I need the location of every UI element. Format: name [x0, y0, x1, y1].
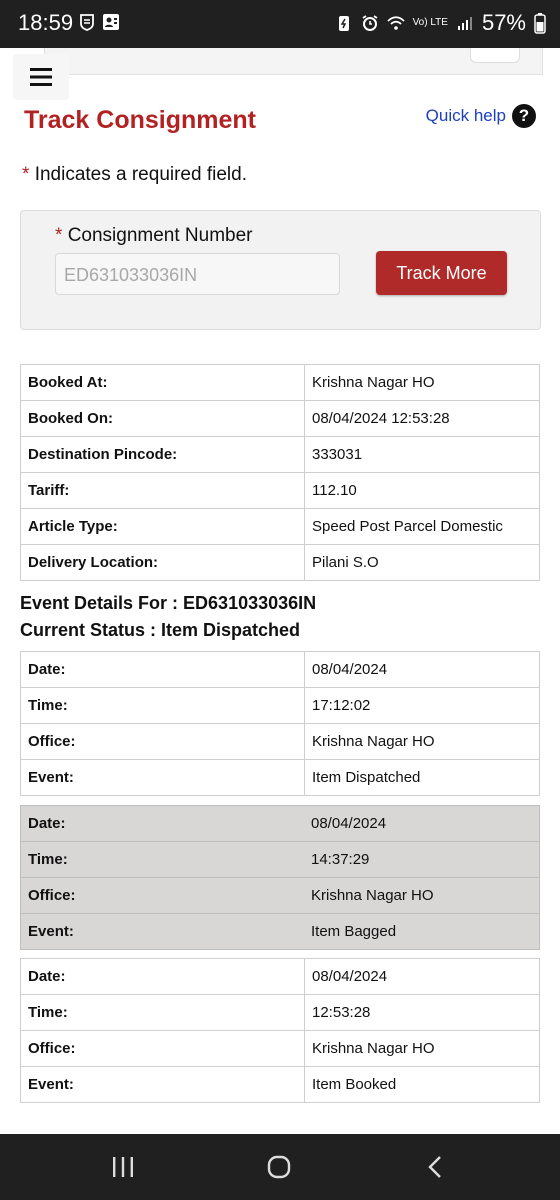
destination-pincode-value: 333031: [304, 436, 540, 473]
office-value: Krishna Nagar HO: [304, 1030, 540, 1067]
time-value: 17:12:02: [304, 687, 540, 724]
booked-at-label: Booked At:: [20, 364, 305, 401]
event-label: Event:: [20, 759, 305, 796]
quick-help-label[interactable]: Quick help: [426, 106, 506, 126]
required-star: *: [55, 225, 63, 246]
table-row: Destination Pincode: 333031: [20, 436, 540, 473]
event-details-heading: Event Details For : ED631033036IN: [20, 593, 317, 613]
time-value: 14:37:29: [304, 841, 540, 878]
destination-pincode-label: Destination Pincode:: [20, 436, 305, 473]
office-value: Krishna Nagar HO: [304, 723, 540, 760]
table-row: Time: 14:37:29: [20, 841, 540, 878]
consignment-label: * Consignment Number: [55, 225, 253, 247]
system-icons: Vo) LTE 57%: [335, 10, 546, 36]
event-label: Event:: [20, 913, 304, 950]
help-icon[interactable]: ?: [512, 104, 536, 128]
required-note-text: Indicates a required field.: [34, 164, 247, 185]
table-row: Event: Item Booked: [20, 1066, 540, 1103]
time-value: 12:53:28: [304, 994, 540, 1031]
page-content: Track Consignment Quick help ? * Indicat…: [0, 48, 560, 1134]
shield-icon: [80, 14, 94, 31]
home-icon[interactable]: [264, 1154, 294, 1180]
required-star: *: [22, 164, 30, 185]
volte-label: Vo) LTE: [412, 17, 448, 28]
date-value: 08/04/2024: [304, 958, 540, 995]
event-label: Event:: [20, 1066, 305, 1103]
top-strip-box: [470, 48, 520, 63]
current-status-heading: Current Status : Item Dispatched: [20, 620, 301, 640]
table-row: Article Type: Speed Post Parcel Domestic: [20, 508, 540, 545]
table-row: Office: Krishna Nagar HO: [20, 723, 540, 760]
battery-icon: [534, 13, 546, 34]
office-label: Office:: [20, 1030, 305, 1067]
consignment-label-text: Consignment Number: [67, 225, 253, 246]
date-label: Date:: [20, 958, 305, 995]
delivery-location-label: Delivery Location:: [20, 544, 305, 581]
booking-details-table: Booked At: Krishna Nagar HO Booked On: 08/…: [20, 364, 540, 581]
article-type-label: Article Type:: [20, 508, 305, 545]
booked-on-value: 08/04/2024 12:53:28: [304, 400, 540, 437]
table-row: Time: 12:53:28: [20, 994, 540, 1031]
event-value: Item Booked: [304, 1066, 540, 1103]
table-row: Office: Krishna Nagar HO: [20, 877, 540, 914]
time-label: Time:: [20, 841, 304, 878]
clock: 18:59: [18, 10, 74, 35]
table-row: Delivery Location: Pilani S.O: [20, 544, 540, 581]
table-row: Event: Item Bagged: [20, 913, 540, 950]
consignment-number-input[interactable]: ED631033036IN: [55, 253, 340, 295]
tariff-value: 112.10: [304, 472, 540, 509]
date-label: Date:: [20, 651, 305, 688]
table-row: Date: 08/04/2024: [20, 958, 540, 995]
table-row: Date: 08/04/2024: [20, 805, 540, 842]
booked-on-label: Booked On:: [20, 400, 305, 437]
table-row: Booked At: Krishna Nagar HO: [20, 364, 540, 401]
table-row: Event: Item Dispatched: [20, 759, 540, 796]
battery-saver-icon: [338, 16, 349, 31]
time-label: Time:: [20, 994, 305, 1031]
notification-icons: [78, 13, 120, 31]
track-more-button[interactable]: Track More: [376, 251, 507, 295]
booked-at-value: Krishna Nagar HO: [304, 364, 540, 401]
navigation-bar: [0, 1134, 560, 1200]
consignment-form: * Consignment Number ED631033036IN Track…: [20, 210, 541, 330]
date-label: Date:: [20, 805, 304, 842]
office-label: Office:: [20, 723, 305, 760]
office-label: Office:: [20, 877, 304, 914]
tariff-label: Tariff:: [20, 472, 305, 509]
wifi-icon: [386, 16, 405, 30]
date-value: 08/04/2024: [304, 805, 540, 842]
status-bar: 18:59 Vo) LTE 57%: [0, 0, 560, 48]
back-icon[interactable]: [421, 1154, 451, 1180]
recent-apps-icon[interactable]: [108, 1154, 138, 1180]
office-value: Krishna Nagar HO: [304, 877, 540, 914]
battery-percent: 57%: [481, 10, 526, 35]
hamburger-icon: [30, 68, 52, 86]
page-title: Track Consignment: [24, 106, 256, 134]
event-table-2: Date: 08/04/2024 Time: 14:37:29 Office: Kri…: [20, 805, 540, 950]
table-row: Tariff: 112.10: [20, 472, 540, 509]
article-type-value: Speed Post Parcel Domestic: [304, 508, 540, 545]
event-value: Item Bagged: [304, 913, 540, 950]
required-note: * Indicates a required field.: [22, 164, 247, 186]
event-value: Item Dispatched: [304, 759, 540, 796]
menu-button[interactable]: [13, 54, 69, 100]
date-value: 08/04/2024: [304, 651, 540, 688]
signal-icon: [457, 17, 472, 30]
delivery-location-value: Pilani S.O: [304, 544, 540, 581]
event-table-3: Date: 08/04/2024 Time: 12:53:28 Office: Kri…: [20, 958, 540, 1103]
time-label: Time:: [20, 687, 305, 724]
table-row: Date: 08/04/2024: [20, 651, 540, 688]
alarm-icon: [362, 15, 378, 31]
table-row: Office: Krishna Nagar HO: [20, 1030, 540, 1067]
top-strip: [44, 48, 543, 75]
table-row: Time: 17:12:02: [20, 687, 540, 724]
event-table-1: Date: 08/04/2024 Time: 17:12:02 Office: Kri…: [20, 651, 540, 796]
quick-help-link[interactable]: Quick help ?: [426, 104, 536, 128]
contacts-icon: [103, 14, 119, 30]
table-row: Booked On: 08/04/2024 12:53:28: [20, 400, 540, 437]
